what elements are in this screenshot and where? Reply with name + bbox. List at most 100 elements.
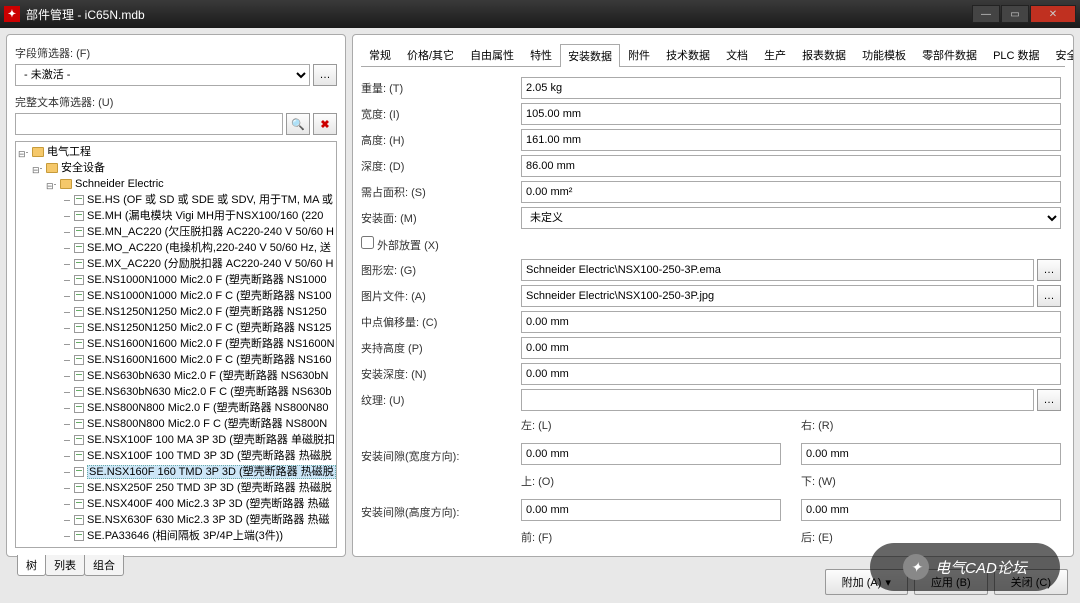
tab-0[interactable]: 常规: [361, 43, 399, 66]
macro-browse-button[interactable]: …: [1037, 259, 1061, 281]
extras-button[interactable]: 附加 (A) ▾: [825, 569, 908, 595]
tree-item[interactable]: SE.NS800N800 Mic2.0 F C (塑壳断路器 NS800N: [60, 416, 334, 432]
tab-7[interactable]: 文档: [718, 43, 756, 66]
tree-item[interactable]: SE.NS1250N1250 Mic2.0 F (塑壳断路器 NS1250: [60, 304, 334, 320]
close-button[interactable]: ✕: [1030, 5, 1076, 23]
tree-vendor[interactable]: Schneider ElectricSE.HS (OF 或 SD 或 SDE 或…: [46, 176, 334, 544]
texture-browse-button[interactable]: …: [1037, 389, 1061, 411]
fulltext-filter-input[interactable]: [15, 113, 283, 135]
external-label: 外部放置 (X): [377, 240, 439, 252]
part-icon: [74, 259, 84, 269]
left-sublabel: 左: (L): [521, 417, 781, 433]
width-label: 宽度: (I): [361, 106, 521, 122]
tab-8[interactable]: 生产: [756, 43, 794, 66]
right-sublabel: 右: (R): [801, 417, 1061, 433]
clearance-bottom-input[interactable]: [801, 499, 1061, 521]
image-input[interactable]: [521, 285, 1034, 307]
tab-4[interactable]: 安装数据: [560, 44, 620, 67]
part-icon: [74, 467, 84, 477]
tree-item[interactable]: SE.NSX400F 400 Mic2.3 3P 3D (塑壳断路器 热磁: [60, 496, 334, 512]
tab-13[interactable]: 安全值: [1048, 43, 1074, 66]
part-icon: [74, 291, 84, 301]
tree-item[interactable]: SE.NS800N800 Mic2.0 F (塑壳断路器 NS800N80: [60, 400, 334, 416]
clearance-w-label: 安装间隙(宽度方向):: [361, 448, 521, 464]
tree-item[interactable]: SE.NS1000N1000 Mic2.0 F C (塑壳断路器 NS100: [60, 288, 334, 304]
tree-item[interactable]: SE.NSX160F 160 TMD 3P 3D (塑壳断路器 热磁脱: [60, 464, 334, 480]
close-dialog-button[interactable]: 关闭 (C): [994, 569, 1068, 595]
width-input[interactable]: [521, 103, 1061, 125]
tab-10[interactable]: 功能模板: [854, 43, 914, 66]
tree-group[interactable]: 安全设备Schneider ElectricSE.HS (OF 或 SD 或 S…: [32, 160, 334, 544]
depth-input[interactable]: [521, 155, 1061, 177]
texture-input[interactable]: [521, 389, 1034, 411]
tree-item[interactable]: SE.NSX250F 250 TMD 3P 3D (塑壳断路器 热磁脱: [60, 480, 334, 496]
tree-item[interactable]: SE.MH (漏电模块 Vigi MH用于NSX100/160 (220: [60, 208, 334, 224]
tree-item[interactable]: SE.PA33646 (相间隔板 3P/4P上端(3件)): [60, 528, 334, 544]
part-icon: [74, 227, 84, 237]
tree-item[interactable]: SE.NS1000N1000 Mic2.0 F (塑壳断路器 NS1000: [60, 272, 334, 288]
apply-button[interactable]: 应用 (B): [914, 569, 988, 595]
tree-root[interactable]: 电气工程安全设备Schneider ElectricSE.HS (OF 或 SD…: [18, 144, 334, 548]
minimize-button[interactable]: —: [972, 5, 1000, 23]
tree-item[interactable]: SE.MX_AC220 (分励脱扣器 AC220-240 V 50/60 H: [60, 256, 334, 272]
mount-surface-select[interactable]: 未定义: [521, 207, 1061, 229]
clearance-h-label: 安装间隙(高度方向):: [361, 504, 521, 520]
parts-tree[interactable]: 电气工程安全设备Schneider ElectricSE.HS (OF 或 SD…: [15, 141, 337, 548]
weight-label: 重量: (T): [361, 80, 521, 96]
tab-12[interactable]: PLC 数据: [985, 43, 1047, 66]
clearance-right-input[interactable]: [801, 443, 1061, 465]
tab-list[interactable]: 列表: [45, 555, 85, 576]
tree-item[interactable]: SE.HS (OF 或 SD 或 SDE 或 SDV, 用于TM, MA 或: [60, 192, 334, 208]
external-checkbox[interactable]: [361, 236, 374, 249]
search-button[interactable]: 🔍: [286, 113, 310, 135]
install-data-form: 重量: (T) 宽度: (I) 高度: (H) 深度: (D) 需占面积: (S…: [361, 77, 1065, 548]
tab-5[interactable]: 附件: [620, 43, 658, 66]
tab-combo[interactable]: 组合: [84, 555, 124, 576]
folder-icon: [46, 547, 58, 548]
tree-item[interactable]: SE.NS1600N1600 Mic2.0 F (塑壳断路器 NS1600N: [60, 336, 334, 352]
tree-item[interactable]: SE.NS630bN630 Mic2.0 F C (塑壳断路器 NS630b: [60, 384, 334, 400]
bottom-sublabel: 下: (W): [801, 473, 1061, 489]
folder-icon: [32, 147, 44, 157]
tree-item[interactable]: SE.MN_AC220 (欠压脱扣器 AC220-240 V 50/60 H: [60, 224, 334, 240]
mid-offset-input[interactable]: [521, 311, 1061, 333]
tree-item[interactable]: SE.NS1250N1250 Mic2.0 F C (塑壳断路器 NS125: [60, 320, 334, 336]
tree-item[interactable]: SE.NSX100F 100 MA 3P 3D (塑壳断路器 单磁脱扣: [60, 432, 334, 448]
part-icon: [74, 243, 84, 253]
field-filter-browse-button[interactable]: …: [313, 64, 337, 86]
area-input[interactable]: [521, 181, 1061, 203]
depth-label: 深度: (D): [361, 158, 521, 174]
title-bar: ✦ 部件管理 - iC65N.mdb — ▭ ✕: [0, 0, 1080, 28]
part-icon: [74, 451, 84, 461]
maximize-button[interactable]: ▭: [1001, 5, 1029, 23]
image-browse-button[interactable]: …: [1037, 285, 1061, 307]
tab-11[interactable]: 零部件数据: [914, 43, 985, 66]
tree-item[interactable]: SE.NSX630F 630 Mic2.3 3P 3D (塑壳断路器 热磁: [60, 512, 334, 528]
height-input[interactable]: [521, 129, 1061, 151]
tab-1[interactable]: 价格/其它: [399, 43, 462, 66]
clearance-top-input[interactable]: [521, 499, 781, 521]
part-icon: [74, 499, 84, 509]
tree-item[interactable]: SE.NS1600N1600 Mic2.0 F C (塑壳断路器 NS160: [60, 352, 334, 368]
tree-item[interactable]: SE.NS630bN630 Mic2.0 F (塑壳断路器 NS630bN: [60, 368, 334, 384]
height-label: 高度: (H): [361, 132, 521, 148]
tab-2[interactable]: 自由属性: [462, 43, 522, 66]
tab-9[interactable]: 报表数据: [794, 43, 854, 66]
clearance-left-input[interactable]: [521, 443, 781, 465]
chevron-down-icon: ▾: [885, 576, 891, 589]
part-icon: [74, 211, 84, 221]
field-filter-select[interactable]: - 未激活 -: [15, 64, 310, 86]
tab-3[interactable]: 特性: [522, 43, 560, 66]
tab-6[interactable]: 技术数据: [658, 43, 718, 66]
tab-tree[interactable]: 树: [17, 555, 46, 576]
field-filter-label: 字段筛选器: (F): [15, 45, 337, 61]
tree-item[interactable]: SE.MO_AC220 (电操机构,220-240 V 50/60 Hz, 送: [60, 240, 334, 256]
tree-item[interactable]: SE.NSX100F 100 TMD 3P 3D (塑壳断路器 热磁脱: [60, 448, 334, 464]
clamp-height-input[interactable]: [521, 337, 1061, 359]
macro-input[interactable]: [521, 259, 1034, 281]
tree-sibling[interactable]: SE: [32, 544, 334, 548]
weight-input[interactable]: [521, 77, 1061, 99]
mount-depth-input[interactable]: [521, 363, 1061, 385]
part-icon: [74, 483, 84, 493]
clear-filter-button[interactable]: ✖: [313, 113, 337, 135]
